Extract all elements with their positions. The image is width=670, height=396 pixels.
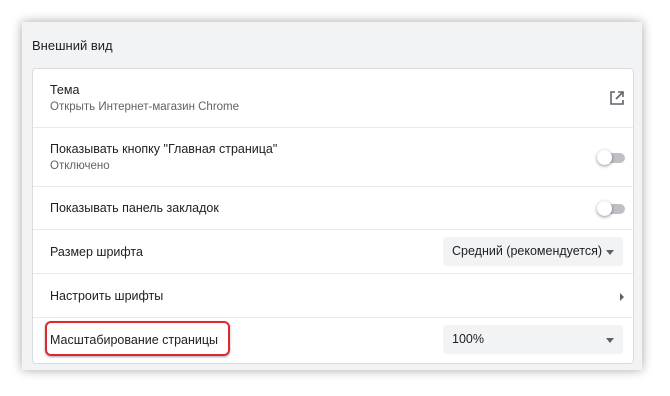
home-button-row[interactable]: Показывать кнопку "Главная страница" Отк… bbox=[33, 127, 633, 186]
page-zoom-value: 100% bbox=[452, 332, 484, 346]
page-zoom-label: Масштабирование страницы bbox=[50, 333, 219, 347]
toggle-knob bbox=[597, 150, 612, 165]
section-title: Внешний вид bbox=[32, 38, 113, 53]
open-in-new-icon[interactable] bbox=[609, 90, 625, 106]
page-zoom-select[interactable]: 100% bbox=[443, 325, 623, 354]
dropdown-arrow-icon bbox=[606, 250, 614, 255]
home-button-status: Отключено bbox=[50, 160, 110, 172]
theme-sublabel: Открыть Интернет-магазин Chrome bbox=[50, 101, 240, 113]
dropdown-arrow-icon bbox=[606, 338, 614, 343]
page-zoom-row: Масштабирование страницы 100% bbox=[33, 317, 633, 363]
appearance-card: Тема Открыть Интернет-магазин Chrome Пок… bbox=[32, 68, 634, 364]
font-size-select[interactable]: Средний (рекомендуется) bbox=[443, 237, 623, 266]
settings-window: Внешний вид Тема Открыть Интернет-магази… bbox=[22, 22, 642, 370]
bookmarks-bar-row[interactable]: Показывать панель закладок bbox=[33, 186, 633, 229]
chevron-right-icon bbox=[620, 293, 624, 301]
theme-row[interactable]: Тема Открыть Интернет-магазин Chrome bbox=[33, 69, 633, 127]
customize-fonts-row[interactable]: Настроить шрифты bbox=[33, 273, 633, 317]
home-button-toggle[interactable] bbox=[597, 149, 625, 165]
bookmarks-bar-label: Показывать панель закладок bbox=[50, 201, 219, 215]
customize-fonts-label: Настроить шрифты bbox=[50, 289, 164, 303]
font-size-value: Средний (рекомендуется) bbox=[452, 244, 603, 258]
bookmarks-bar-toggle[interactable] bbox=[597, 200, 625, 216]
font-size-row: Размер шрифта Средний (рекомендуется) bbox=[33, 229, 633, 273]
theme-label: Тема bbox=[50, 83, 80, 97]
font-size-label: Размер шрифта bbox=[50, 245, 143, 259]
toggle-knob bbox=[597, 201, 612, 216]
home-button-label: Показывать кнопку "Главная страница" bbox=[50, 142, 278, 156]
